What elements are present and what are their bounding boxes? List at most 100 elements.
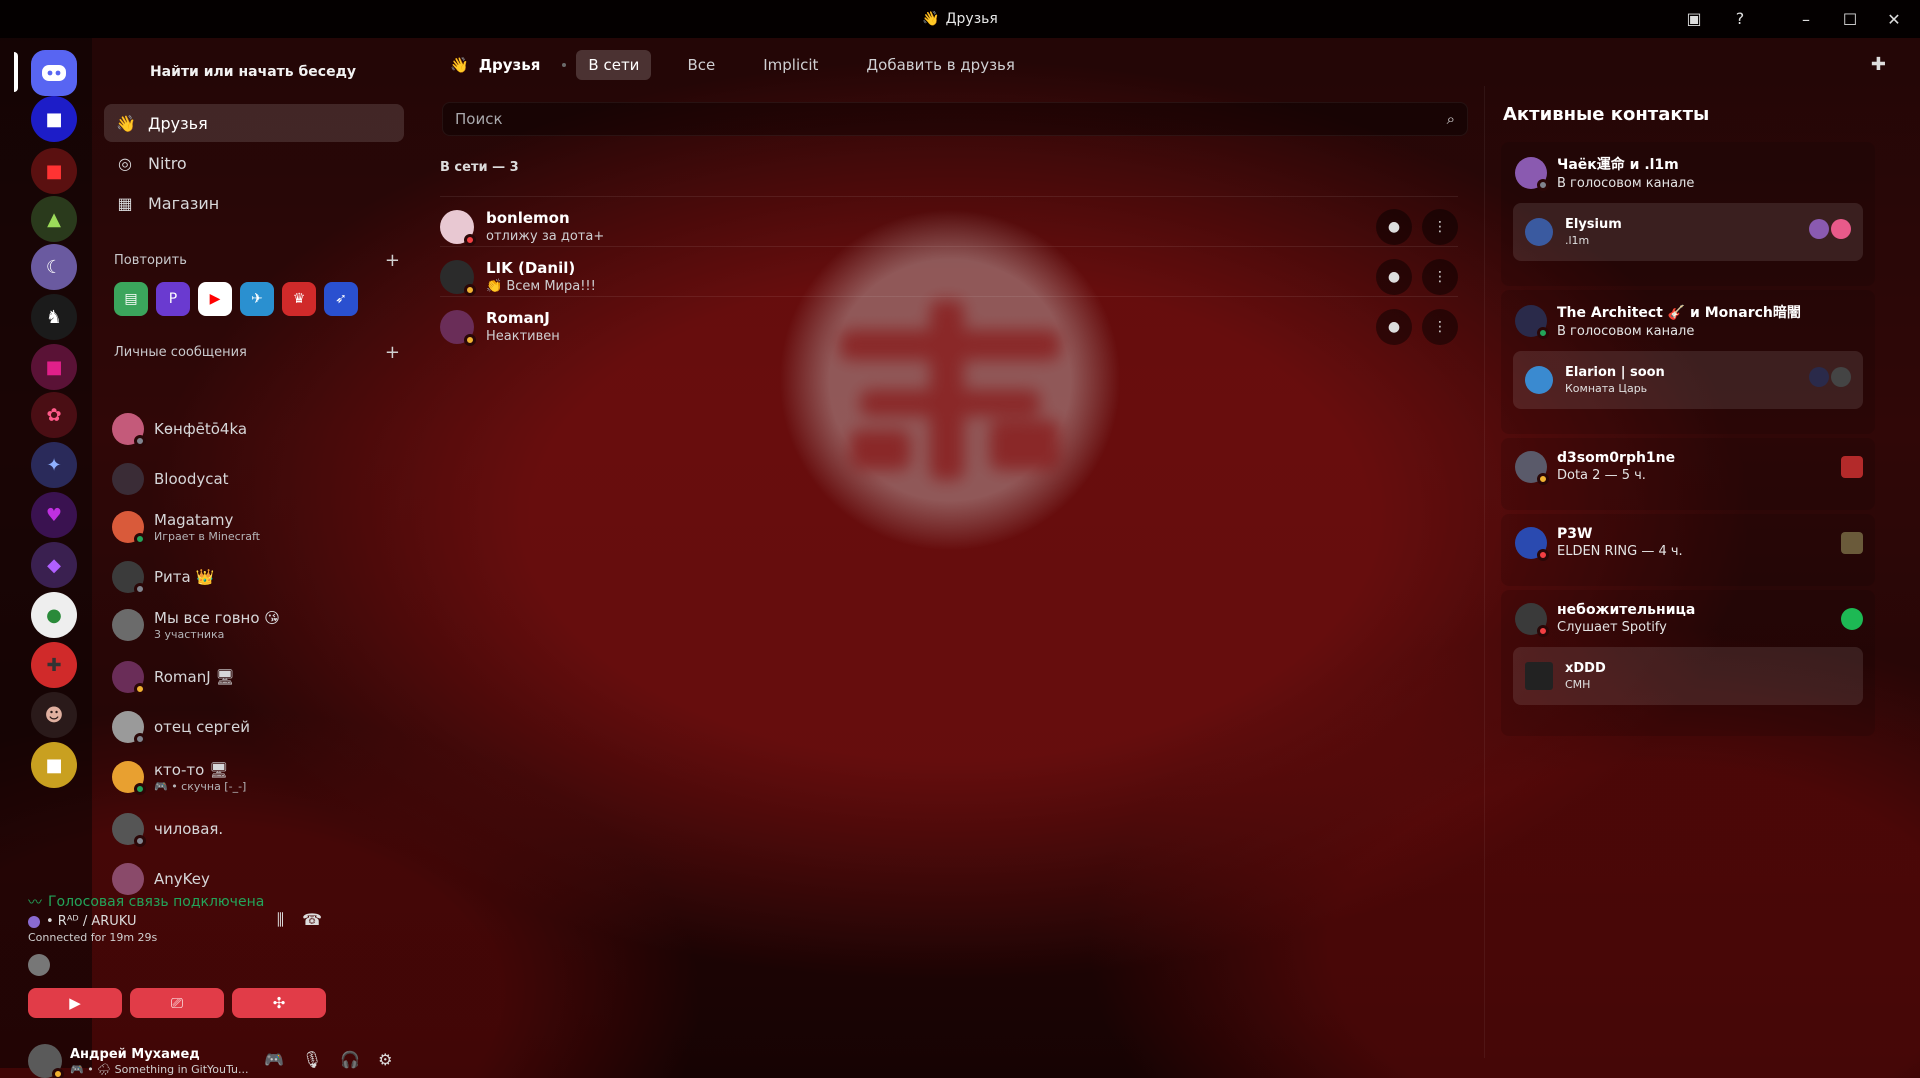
dm-item[interactable]: Kөнфētō4ka — [104, 406, 404, 452]
dm-item[interactable]: Magatamy Играет в Minecraft — [104, 504, 404, 550]
home-button[interactable] — [31, 50, 77, 96]
dm-item[interactable]: кто-то 🖥 🎮 • скучна [-_-] — [104, 754, 404, 800]
tab-all[interactable]: Все — [675, 50, 727, 80]
recent-app-icon[interactable]: ➶ — [324, 282, 358, 316]
dm-name: кто-то 🖥 — [154, 761, 229, 779]
avatar — [440, 209, 476, 246]
search-input[interactable] — [455, 110, 1355, 128]
close-button[interactable]: ✕ — [1872, 10, 1916, 29]
recent-app-icon[interactable]: ▤ — [114, 282, 148, 316]
recent-app-icon[interactable]: ♛ — [282, 282, 316, 316]
avatar[interactable] — [28, 1044, 64, 1078]
dm-item[interactable]: Рита 👑 — [104, 554, 404, 600]
server-icon[interactable]: ■ — [31, 148, 77, 194]
youtube-icon[interactable]: ▶ — [198, 282, 232, 316]
server-icon[interactable]: ♞ — [31, 294, 77, 340]
participant-avatar — [1809, 367, 1829, 387]
dm-item[interactable]: отец сергей — [104, 704, 404, 750]
search-bar: ⌕ — [442, 102, 1468, 136]
status-indicator — [134, 435, 146, 447]
recent-app-icon[interactable]: P — [156, 282, 190, 316]
tab-online[interactable]: В сети — [576, 50, 652, 80]
server-icon[interactable]: ◆ — [31, 542, 77, 588]
maximize-button[interactable]: ☐ — [1828, 10, 1872, 29]
avatar — [112, 511, 146, 545]
dm-name: Bloodycat — [154, 470, 229, 488]
dm-subtitle: Играет в Minecraft — [154, 530, 260, 543]
voice-status: 〰 Голосовая связь подключена — [28, 894, 265, 911]
avatar — [112, 761, 146, 795]
new-group-dm-icon[interactable]: ✚ — [1871, 54, 1886, 75]
friends-tabs: 👋 Друзья В сети Все Implicit Добавить в … — [446, 48, 1027, 82]
server-icon[interactable]: ♥ — [31, 492, 77, 538]
screen-share-button[interactable]: ⎚ — [130, 988, 224, 1018]
message-button[interactable]: ● — [1376, 309, 1412, 345]
friend-status-text: отлижу за дота+ — [486, 229, 605, 244]
nav-friends[interactable]: 👋 Друзья — [104, 104, 404, 142]
avatar — [112, 413, 146, 447]
avatar — [112, 661, 146, 695]
message-button[interactable]: ● — [1376, 209, 1412, 245]
avatar — [1515, 450, 1549, 485]
dm-header: Личные сообщения + — [114, 342, 400, 363]
create-dm-icon[interactable]: + — [385, 342, 400, 363]
more-button[interactable]: ⋮ — [1422, 259, 1458, 295]
activity-card[interactable]: небожительница Слушает Spotify xDDD CMH — [1501, 590, 1875, 736]
user-status: 🎮 • 🌧 Something in GitYouTu... — [70, 1062, 249, 1076]
inbox-icon[interactable]: ▣ — [1684, 9, 1704, 29]
activity-card[interactable]: The Architect 🎸 и Monarch暗闇 В голосовом … — [1501, 290, 1875, 434]
settings-gear-icon[interactable]: ⚙ — [378, 1050, 392, 1069]
user-name[interactable]: Андрей Мухамед — [70, 1047, 249, 1062]
nav-nitro[interactable]: ◎ Nitro — [104, 144, 404, 182]
server-icon[interactable]: ■ — [31, 344, 77, 390]
track-card[interactable]: xDDD CMH — [1513, 647, 1863, 705]
folder-icon[interactable]: ■ — [31, 742, 77, 788]
voice-participant-avatar[interactable] — [28, 954, 50, 976]
server-icon[interactable]: ✚ — [31, 642, 77, 688]
tab-add-friend[interactable]: Добавить в друзья — [854, 50, 1027, 80]
recent-apps: ▤ P ▶ ✈ ♛ ➶ — [114, 282, 358, 316]
activities-button[interactable]: ✣ — [232, 988, 326, 1018]
dm-name: Рита 👑 — [154, 568, 215, 586]
camera-icon: ▶ — [69, 994, 81, 1012]
friend-row[interactable]: RomanJ Неактивен ● ⋮ — [440, 296, 1458, 356]
dm-item[interactable]: чиловая. — [104, 806, 404, 852]
activity-card[interactable]: P3W ELDEN RING — 4 ч. — [1501, 514, 1875, 586]
dm-item[interactable]: Bloodycat — [104, 456, 404, 502]
dm-item[interactable]: RomanJ 🖥 — [104, 654, 404, 700]
server-icon[interactable]: ☻ — [31, 692, 77, 738]
disconnect-icon[interactable]: ☎ — [302, 910, 322, 930]
minimize-button[interactable]: – — [1784, 10, 1828, 29]
activity-card[interactable]: d3som0rph1ne Dota 2 — 5 ч. — [1501, 438, 1875, 510]
add-recent-icon[interactable]: + — [385, 250, 400, 271]
server-icon[interactable]: ☾ — [31, 244, 77, 290]
avatar — [440, 309, 476, 346]
headphones-icon[interactable]: 🎧 — [340, 1050, 360, 1069]
activity-card[interactable]: Чаёк運命 и .l1m В голосовом канале Elysium… — [1501, 142, 1875, 286]
server-icon[interactable]: ■ — [31, 96, 77, 142]
status-indicator — [134, 783, 146, 795]
status-indicator — [1537, 472, 1549, 485]
message-button[interactable]: ● — [1376, 259, 1412, 295]
find-conversation-button[interactable]: Найти или начать беседу — [100, 50, 406, 94]
voice-channel-card[interactable]: Elysium .l1m — [1513, 203, 1863, 261]
server-icon[interactable]: ● — [31, 592, 77, 638]
status-indicator — [1537, 624, 1549, 637]
camera-button[interactable]: ▶ — [28, 988, 122, 1018]
dm-item[interactable]: Мы все говно 😘 3 участника — [104, 602, 404, 648]
server-icon[interactable]: ✿ — [31, 392, 77, 438]
nav-shop[interactable]: ▦ Магазин — [104, 184, 404, 222]
more-button[interactable]: ⋮ — [1422, 309, 1458, 345]
noise-suppression-icon[interactable]: ⫼ — [277, 910, 284, 930]
game-controller-icon[interactable]: 🎮 — [264, 1050, 284, 1069]
server-icon[interactable]: ▲ — [31, 196, 77, 242]
help-icon[interactable]: ? — [1730, 9, 1750, 29]
microphone-icon[interactable]: 🎙 — [302, 1050, 322, 1069]
server-icon[interactable]: ✦ — [31, 442, 77, 488]
more-button[interactable]: ⋮ — [1422, 209, 1458, 245]
voice-channel-card[interactable]: Elarion | soon Комната Царь — [1513, 351, 1863, 409]
recent-app-icon[interactable]: ✈ — [240, 282, 274, 316]
spotify-icon — [1841, 608, 1863, 630]
avatar — [112, 463, 144, 495]
tab-implicit[interactable]: Implicit — [751, 50, 830, 80]
